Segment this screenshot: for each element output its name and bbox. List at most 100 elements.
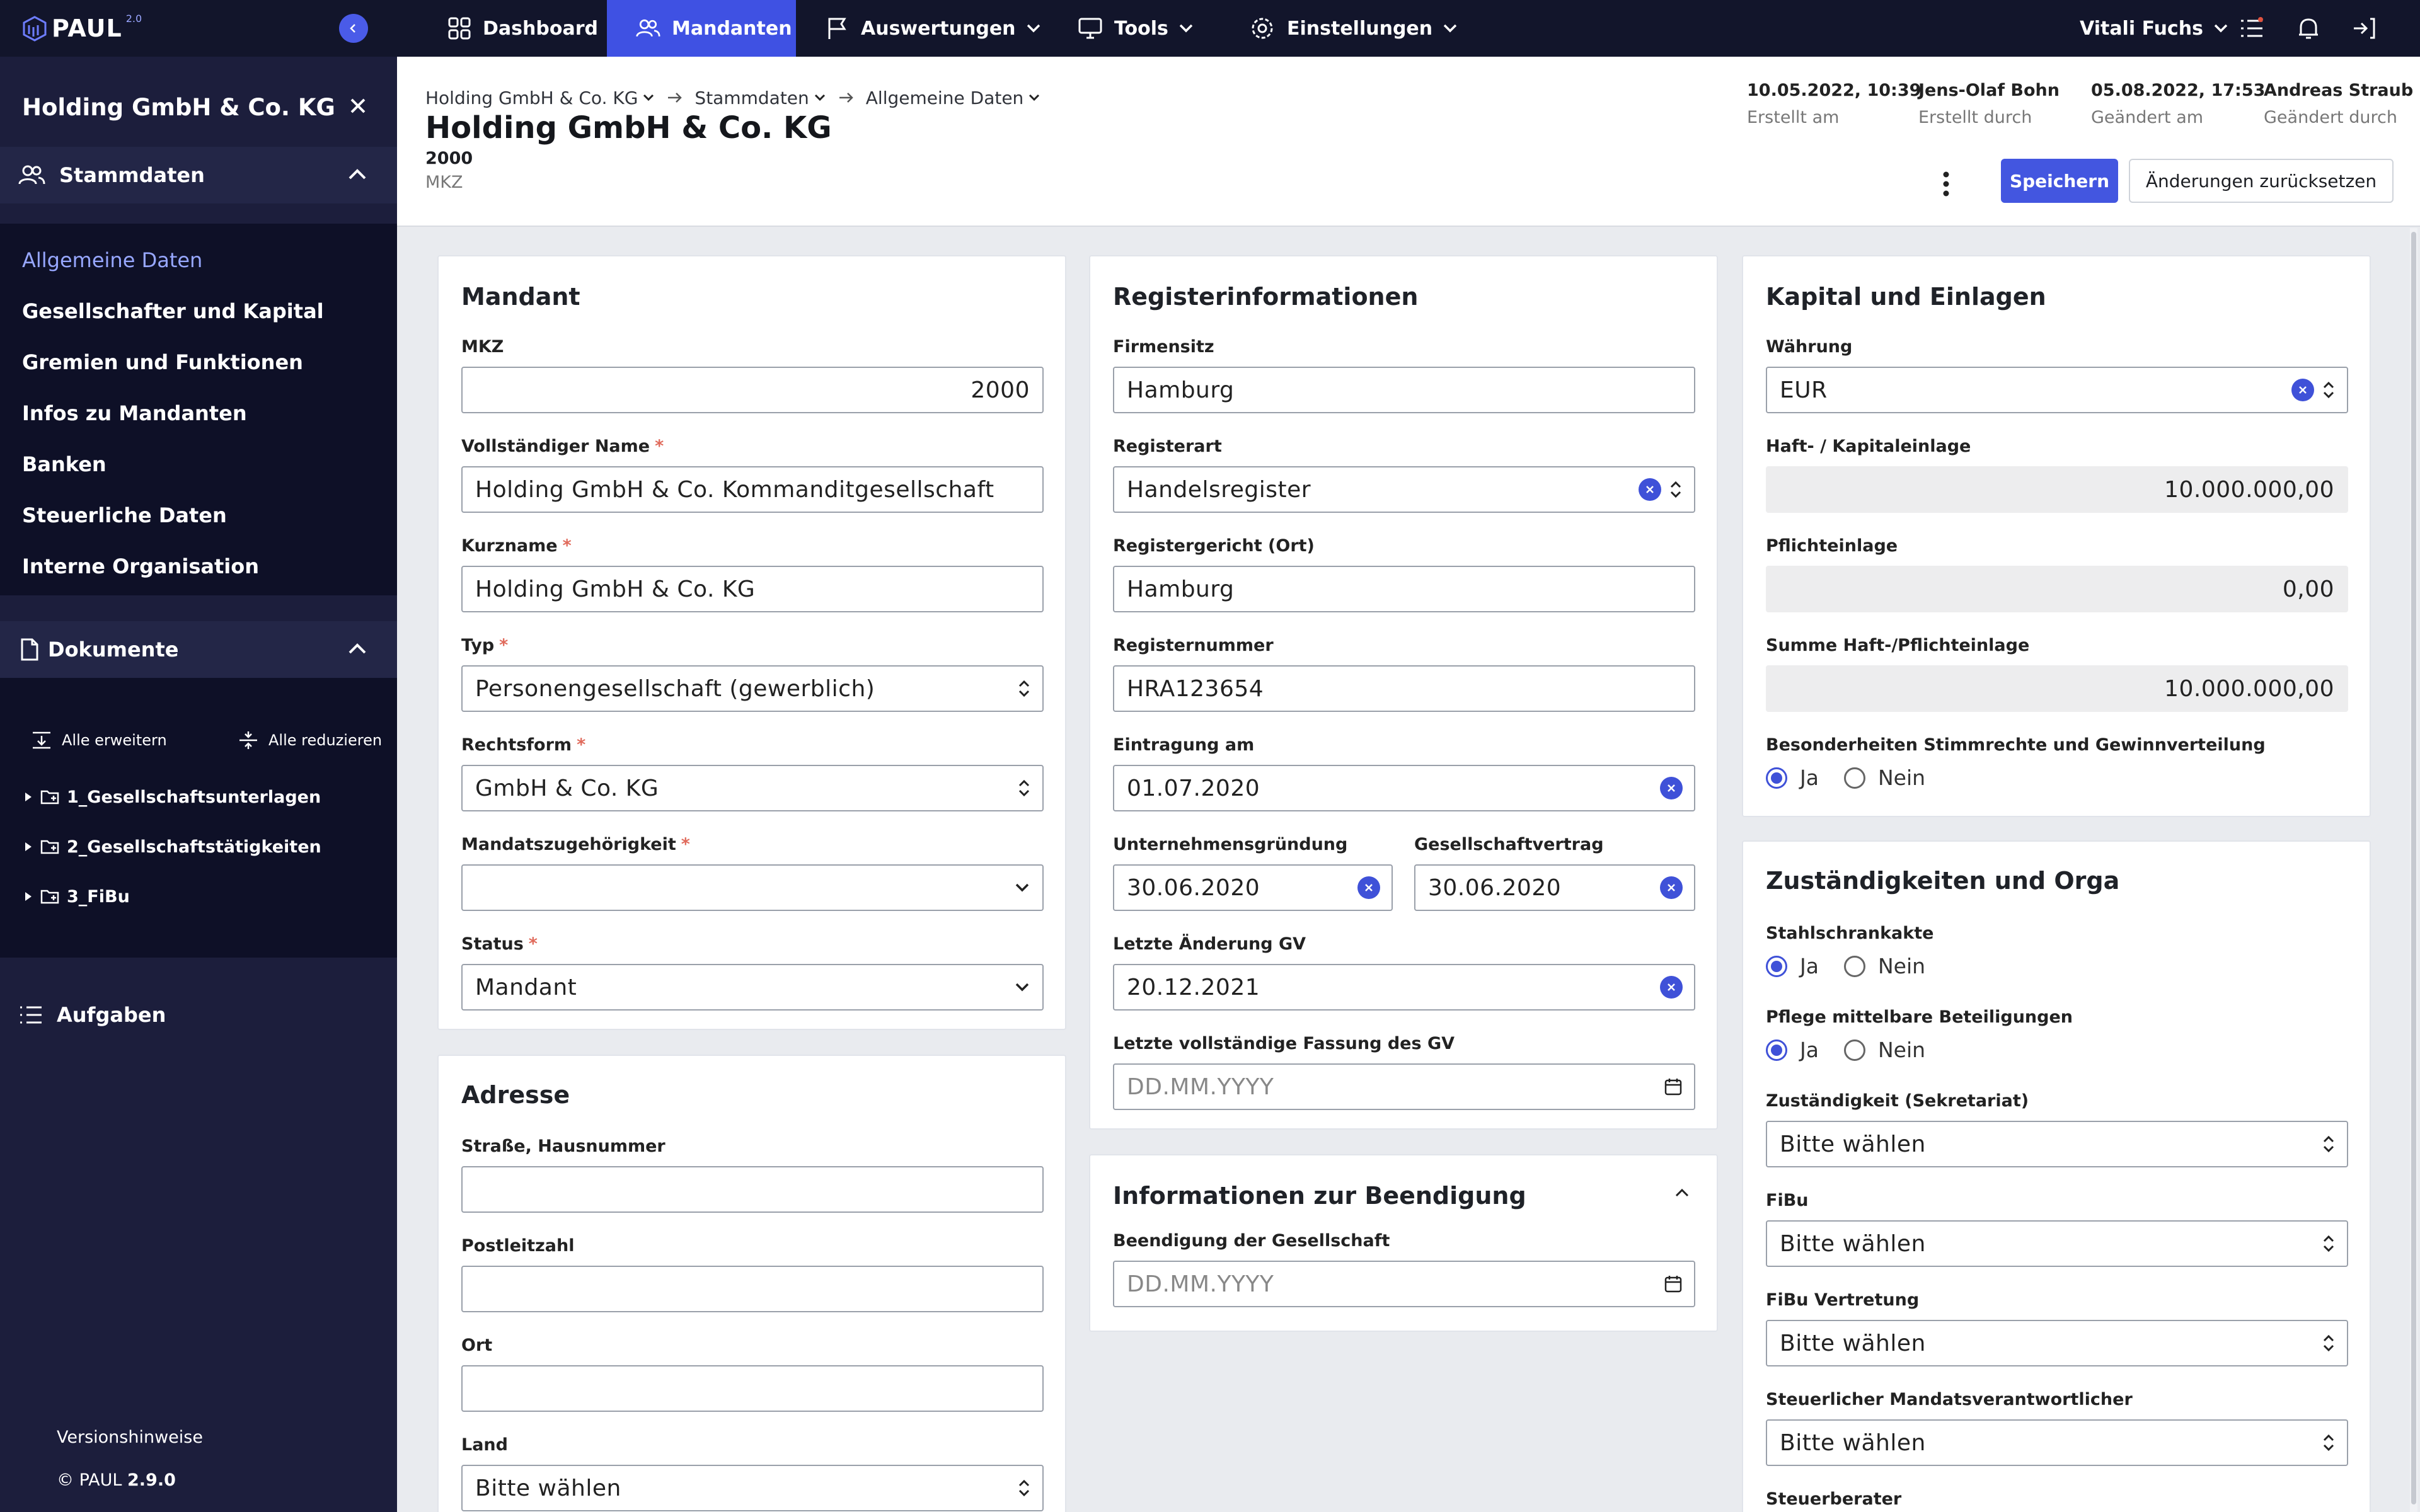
membership-select[interactable] xyxy=(461,864,1044,911)
label-text: Typ xyxy=(461,636,495,655)
tree-folder[interactable]: 1_Gesellschaftsunterlagen xyxy=(25,781,321,813)
radio-button[interactable] xyxy=(1766,1039,1787,1061)
mkz-input[interactable]: 2000 xyxy=(461,367,1044,413)
zip-input[interactable] xyxy=(461,1266,1044,1312)
special-yes-radio[interactable]: Ja xyxy=(1766,765,1819,790)
country-select[interactable]: Bitte wählen xyxy=(461,1465,1044,1511)
chevron-up-icon[interactable] xyxy=(1673,1183,1691,1202)
breadcrumb-item[interactable]: Allgemeine Daten xyxy=(866,88,1024,108)
required-marker: * xyxy=(681,835,690,854)
clear-button[interactable] xyxy=(2291,379,2314,401)
fibu-substitute-select[interactable]: Bitte wählen xyxy=(1766,1320,2348,1366)
logout-button[interactable] xyxy=(2349,14,2378,43)
entry-date-input[interactable]: 01.07.2020 xyxy=(1113,765,1695,811)
radio-button[interactable] xyxy=(1766,767,1787,789)
fibu-select[interactable]: Bitte wählen xyxy=(1766,1220,2348,1267)
steel-no-radio[interactable]: Nein xyxy=(1844,954,1925,978)
street-input[interactable] xyxy=(461,1166,1044,1213)
clear-button[interactable] xyxy=(1639,478,1661,501)
tree-folder[interactable]: 3_FiBu xyxy=(25,881,130,912)
chevron-down-icon[interactable] xyxy=(1027,91,1041,105)
contract-date-input[interactable]: 30.06.2020 xyxy=(1414,864,1695,911)
nav-einstellungen[interactable]: Einstellungen xyxy=(1249,0,1459,57)
founding-date-input[interactable]: 30.06.2020 xyxy=(1113,864,1393,911)
sidebar-item-gremien[interactable]: Gremien und Funktionen xyxy=(22,346,303,378)
scrollbar-thumb[interactable] xyxy=(2411,232,2416,1504)
chevron-down-icon[interactable] xyxy=(813,91,827,105)
special-no-radio[interactable]: Nein xyxy=(1844,765,1925,790)
indirect-no-radio[interactable]: Nein xyxy=(1844,1038,1925,1062)
calendar-icon[interactable] xyxy=(1664,1077,1683,1096)
tree-folder-label: 2_Gesellschaftstätigkeiten xyxy=(67,837,321,857)
bell-icon xyxy=(2299,18,2318,39)
sidebar-item-steuerliche-daten[interactable]: Steuerliche Daten xyxy=(22,500,227,531)
expand-all-button[interactable]: Alle erweitern xyxy=(30,724,167,756)
close-icon xyxy=(1668,884,1675,891)
sort-arrows-icon xyxy=(2322,1334,2336,1353)
collapse-all-button[interactable]: Alle reduzieren xyxy=(237,724,382,756)
nav-tools[interactable]: Tools xyxy=(1078,0,1195,57)
collapse-sidebar-button[interactable] xyxy=(339,14,368,43)
register-kind-select[interactable]: Handelsregister xyxy=(1113,466,1695,513)
sidebar-item-allgemeine-daten[interactable]: Allgemeine Daten xyxy=(22,244,202,276)
radio-button[interactable] xyxy=(1844,1039,1865,1061)
sidebar-item-gesellschafter[interactable]: Gesellschafter und Kapital xyxy=(22,295,324,327)
sidebar-item-aufgaben[interactable]: Aufgaben xyxy=(0,987,397,1043)
tasks-list-button[interactable] xyxy=(2237,14,2266,43)
notifications-button[interactable] xyxy=(2294,14,2323,43)
indirect-yes-radio[interactable]: Ja xyxy=(1766,1038,1819,1062)
currency-select[interactable]: EUR xyxy=(1766,367,2348,413)
sidebar-item-banken[interactable]: Banken xyxy=(22,449,107,480)
clear-button[interactable] xyxy=(1357,876,1380,899)
steel-yes-radio[interactable]: Ja xyxy=(1766,954,1819,978)
select-value: EUR xyxy=(1780,377,1828,403)
close-icon xyxy=(1365,884,1373,891)
clear-button[interactable] xyxy=(1660,976,1683,999)
reset-changes-button[interactable]: Änderungen zurücksetzen xyxy=(2129,159,2394,203)
sidebar-item-interne-organisation[interactable]: Interne Organisation xyxy=(22,551,259,582)
field-label: Registernummer xyxy=(1113,636,1274,655)
nav-dashboard[interactable]: Dashboard xyxy=(447,0,598,57)
sidebar-item-infos[interactable]: Infos zu Mandanten xyxy=(22,398,247,429)
radio-button[interactable] xyxy=(1766,955,1787,977)
clear-button[interactable] xyxy=(1660,777,1683,799)
collapse-icon xyxy=(239,731,257,749)
legal-form-select[interactable]: GmbH & Co. KG xyxy=(461,765,1044,811)
app-logo[interactable]: PAUL 2.0 xyxy=(21,13,142,44)
register-court-input[interactable]: Hamburg xyxy=(1113,566,1695,612)
chevron-down-icon[interactable] xyxy=(642,91,655,105)
secretariat-select[interactable]: Bitte wählen xyxy=(1766,1121,2348,1167)
short-name-input[interactable]: Holding GmbH & Co. KG xyxy=(461,566,1044,612)
close-mandant-button[interactable] xyxy=(345,93,371,118)
full-name-input[interactable]: Holding GmbH & Co. Kommanditgesellschaft xyxy=(461,466,1044,513)
kebab-icon xyxy=(1943,171,1949,197)
last-full-version-date-input[interactable]: DD.MM.YYYY xyxy=(1113,1063,1695,1110)
nav-auswertungen[interactable]: Auswertungen xyxy=(826,0,1042,57)
meta-value: Jens-Olaf Bohn xyxy=(1918,81,2060,100)
sidebar-group-dokumente[interactable]: Dokumente xyxy=(0,621,397,678)
more-options-button[interactable] xyxy=(1933,165,1959,203)
radio-button[interactable] xyxy=(1844,767,1865,789)
seat-input[interactable]: Hamburg xyxy=(1113,367,1695,413)
termination-date-input[interactable]: DD.MM.YYYY xyxy=(1113,1261,1695,1307)
nav-mandanten[interactable]: Mandanten xyxy=(607,0,796,57)
user-menu[interactable]: Vitali Fuchs xyxy=(2080,0,2230,57)
last-change-date-input[interactable]: 20.12.2021 xyxy=(1113,964,1695,1011)
tax-responsible-select[interactable]: Bitte wählen xyxy=(1766,1419,2348,1466)
save-button[interactable]: Speichern xyxy=(2001,159,2118,203)
tree-folder[interactable]: 2_Gesellschaftstätigkeiten xyxy=(25,831,321,862)
gear-icon xyxy=(1249,15,1276,42)
page-header: Holding GmbH & Co. KG Stammdaten Allgeme… xyxy=(397,57,2420,227)
city-input[interactable] xyxy=(461,1365,1044,1412)
radio-button[interactable] xyxy=(1844,955,1865,977)
sidebar-group-stammdaten[interactable]: Stammdaten xyxy=(0,147,397,203)
breadcrumb-item[interactable]: Holding GmbH & Co. KG xyxy=(425,88,638,108)
type-select[interactable]: Personengesellschaft (gewerblich) xyxy=(461,665,1044,712)
release-notes-link[interactable]: Versionshinweise xyxy=(57,1428,203,1447)
clear-button[interactable] xyxy=(1660,876,1683,899)
breadcrumb-item[interactable]: Stammdaten xyxy=(694,88,809,108)
status-select[interactable]: Mandant xyxy=(461,964,1044,1011)
register-number-input[interactable]: HRA123654 xyxy=(1113,665,1695,712)
calendar-icon[interactable] xyxy=(1664,1274,1683,1293)
main-scrollbar[interactable] xyxy=(2410,228,2417,1512)
